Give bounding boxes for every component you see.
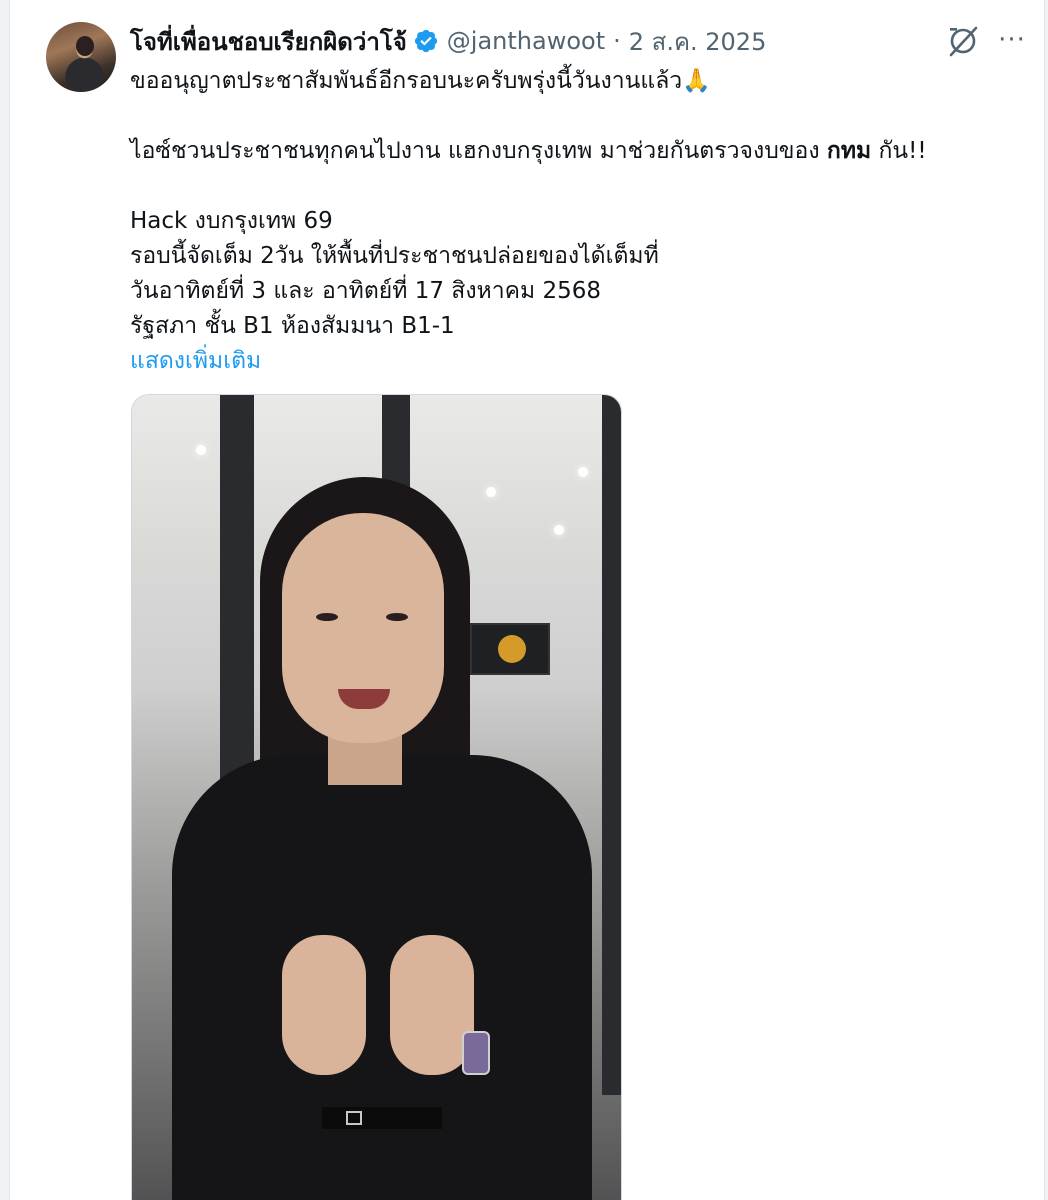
tweet-line: วันอาทิตย์ที่ 3 และ อาทิตย์ที่ 17 สิงหาค… (130, 278, 602, 304)
display-name[interactable]: โจที่เพื่อนชอบเรียกผิดว่าโจ้ (130, 22, 407, 61)
bold-text: กทม (826, 138, 872, 164)
media-background (602, 395, 621, 1095)
media-person (322, 1107, 442, 1129)
tweet-line: รอบนี้จัดเต็ม 2วัน ให้พื้นที่ประชาชนปล่อ… (130, 243, 659, 269)
media-background (470, 623, 550, 675)
verified-badge-icon (414, 29, 437, 53)
avatar-photo (76, 36, 94, 56)
tweet-line-text: ไอซ์ชวนประชาชนทุกคนไปงาน แฮกงบกรุงเทพ มา… (130, 138, 827, 164)
media-background (554, 525, 564, 535)
media-background (220, 395, 254, 795)
tweet-line: รัฐสภา ชั้น B1 ห้องสัมมนา B1-1 (130, 313, 455, 339)
grok-icon[interactable] (946, 24, 980, 58)
tweet-header: โจที่เพื่อนชอบเรียกผิดว่าโจ้ @janthawoot… (130, 24, 766, 58)
media-person (462, 1031, 490, 1075)
user-handle[interactable]: @janthawoot (447, 27, 605, 55)
media-person (282, 513, 444, 743)
timestamp[interactable]: 2 ส.ค. 2025 (629, 22, 767, 61)
media-person (282, 935, 366, 1075)
tweet-line: Hack งบกรุงเทพ 69 (130, 208, 333, 234)
show-more-link[interactable]: แสดงเพิ่มเติม (130, 344, 1020, 379)
avatar[interactable] (46, 22, 116, 92)
tweet-line: ไอซ์ชวนประชาชนทุกคนไปงาน แฮกงบกรุงเทพ มา… (130, 134, 1020, 169)
more-options-icon[interactable]: ··· (994, 22, 1030, 58)
video-media[interactable] (131, 394, 622, 1200)
media-person (172, 755, 592, 1200)
media-background (196, 445, 206, 455)
tweet-line-text: กัน!! (871, 138, 927, 164)
tweet-text: ขออนุญาตประชาสัมพันธ์อีกรอบนะครับพรุ่งนี… (130, 64, 1020, 379)
separator-dot: · (613, 27, 621, 55)
media-background (486, 487, 496, 497)
tweet-card: โจที่เพื่อนชอบเรียกผิดว่าโจ้ @janthawoot… (9, 0, 1045, 1200)
tweet-line: ขออนุญาตประชาสัมพันธ์อีกรอบนะครับพรุ่งนี… (130, 68, 711, 94)
media-background (578, 467, 588, 477)
